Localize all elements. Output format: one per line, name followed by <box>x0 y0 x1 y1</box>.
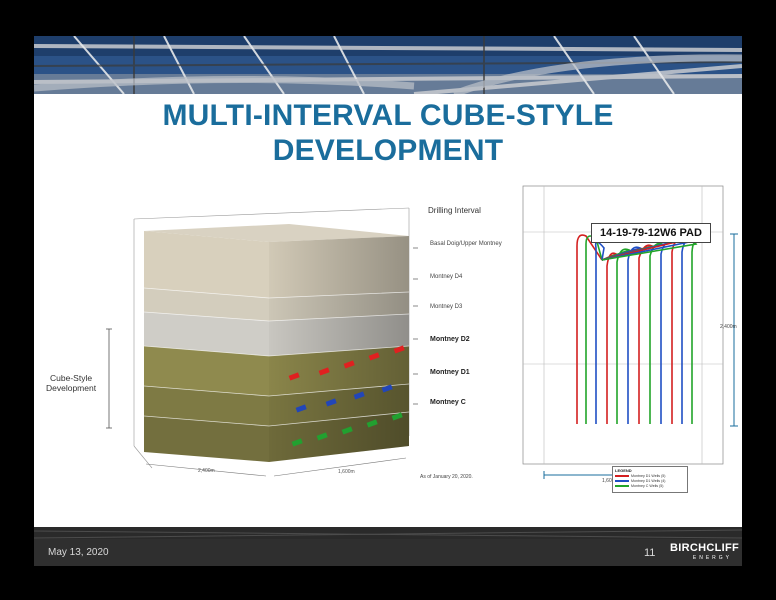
legend-swatch-green <box>615 485 629 488</box>
footer: May 13, 2020 11 BIRCHCLIFF ENERGY <box>34 539 742 566</box>
strip-pattern <box>34 529 742 539</box>
page-number: 11 <box>644 547 656 559</box>
pad-title: 14-19-79-12W6 PAD <box>591 223 711 243</box>
pad-diagram <box>522 185 738 479</box>
legend-item-label: Montney D1 Wells (4) <box>631 479 666 483</box>
slide: MULTI-INTERVAL CUBE-STYLE DEVELOPMENT Dr… <box>34 36 742 566</box>
pad-depth-guide <box>730 233 738 427</box>
legend-item-label: Montney D1 Wells (5) <box>631 474 666 478</box>
legend-item-label: Montney C Wells (5) <box>631 484 664 488</box>
legend-swatch-red <box>615 475 629 478</box>
legend-item-c-green: Montney C Wells (5) <box>615 484 664 488</box>
legend-swatch-blue <box>615 480 629 483</box>
pad-depth-label: 2,400m <box>720 324 737 330</box>
legend-title: LEGEND <box>615 468 632 473</box>
logo-subtitle: ENERGY <box>692 555 732 561</box>
legend-item-d1-blue: Montney D1 Wells (4) <box>615 479 666 483</box>
footer-date: May 13, 2020 <box>48 547 109 558</box>
birchcliff-logo: BIRCHCLIFF ENERGY <box>670 542 739 564</box>
pad-legend: LEGEND Montney D1 Wells (5) Montney D1 W… <box>612 466 688 493</box>
footer-decorative-strip <box>34 527 742 539</box>
logo-wordmark: BIRCHCLIFF <box>670 542 739 554</box>
legend-item-d1-red: Montney D1 Wells (5) <box>615 474 666 478</box>
